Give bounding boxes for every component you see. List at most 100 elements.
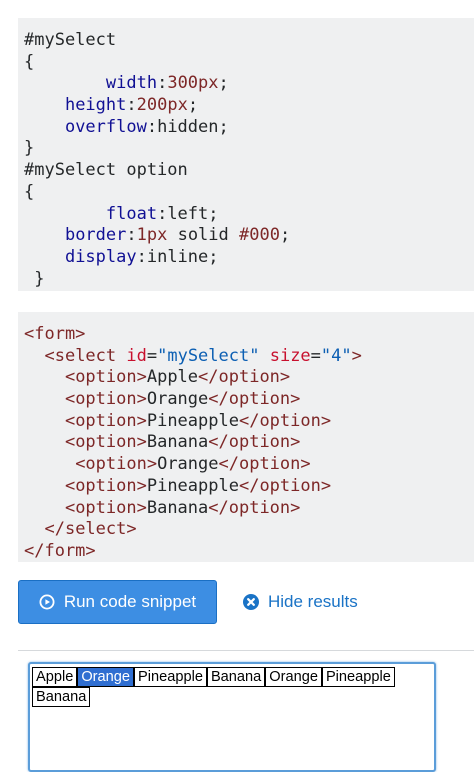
code-token: }	[24, 268, 45, 289]
code-token: }	[24, 138, 35, 159]
code-line: display:inline;	[24, 247, 474, 269]
hide-results-link[interactable]: Hide results	[243, 592, 358, 612]
code-token: >	[351, 345, 362, 366]
code-token: Banana	[146, 432, 209, 453]
select-option[interactable]: Pineapple	[134, 667, 207, 687]
code-line: overflow:hidden;	[24, 117, 474, 139]
code-token: :left;	[157, 203, 219, 224]
code-token: "mySelect"	[157, 345, 260, 366]
code-token: float	[105, 203, 158, 224]
code-token: <option>	[64, 497, 147, 518]
code-token: :	[126, 225, 137, 246]
code-token: ;	[218, 73, 229, 94]
code-line: <option>Banana</option>	[24, 498, 474, 520]
code-token: ;	[279, 225, 291, 246]
code-token: <option>	[64, 389, 147, 410]
code-line: #mySelect	[24, 30, 474, 52]
close-circle-icon	[243, 594, 259, 610]
code-token: </option>	[208, 432, 301, 453]
code-token: {	[24, 51, 35, 72]
code-token: </option>	[238, 410, 332, 431]
code-token: <option>	[64, 475, 147, 496]
code-line: </select>	[24, 519, 474, 541]
select-option[interactable]: Orange	[77, 667, 135, 687]
code-token: display	[64, 246, 137, 267]
html-code-block: <form> <select id="mySelect" size="4"> <…	[18, 312, 474, 562]
code-token: "4"	[320, 345, 352, 366]
code-token: height	[64, 95, 127, 116]
code-token: #mySelect	[24, 30, 117, 50]
code-line: <option>Orange</option>	[24, 389, 474, 411]
code-token: <select	[44, 345, 127, 366]
code-line: </form>	[24, 541, 474, 562]
code-line: <option>Orange</option>	[24, 454, 474, 476]
code-line: <option>Banana</option>	[24, 432, 474, 454]
code-token: </option>	[208, 497, 301, 518]
results-divider	[18, 650, 474, 651]
code-token: {	[24, 181, 35, 202]
code-token: 200px	[136, 95, 188, 116]
code-token: =	[310, 345, 321, 366]
run-code-snippet-button[interactable]: Run code snippet	[18, 580, 217, 624]
code-token: <form>	[24, 324, 86, 344]
code-token: Orange	[157, 454, 219, 475]
code-line: <form>	[24, 324, 474, 346]
code-line: height:200px;	[24, 95, 474, 117]
code-line: <option>Apple</option>	[24, 367, 474, 389]
code-token: <option>	[75, 454, 158, 475]
code-token: border	[64, 225, 127, 246]
code-line: {	[24, 182, 474, 204]
hide-results-label: Hide results	[268, 592, 358, 611]
code-token: overflow	[64, 116, 147, 137]
code-token: :	[126, 95, 137, 116]
code-token: Apple	[146, 367, 199, 388]
select-option[interactable]: Orange	[265, 667, 322, 687]
code-token: solid	[167, 225, 239, 246]
code-line: float:left;	[24, 204, 474, 226]
play-circle-icon	[39, 594, 55, 610]
code-token: width	[105, 73, 158, 94]
code-line: {	[24, 52, 474, 74]
code-line: }	[24, 269, 474, 291]
code-token: 1px	[136, 225, 168, 246]
code-token: :hidden;	[146, 116, 229, 137]
code-line: width:300px;	[24, 73, 474, 95]
snippet-result-frame: Apple Orange Pineapple Banana Orange Pineappl…	[18, 652, 474, 772]
select-option[interactable]: Banana	[32, 687, 91, 707]
code-token: <option>	[64, 432, 147, 453]
code-token: </option>	[218, 454, 311, 475]
code-line: <select id="mySelect" size="4">	[24, 346, 474, 368]
run-code-snippet-label: Run code snippet	[63, 592, 197, 611]
code-token: Banana	[146, 497, 209, 518]
select-option[interactable]: Banana	[206, 667, 266, 687]
code-token: </option>	[198, 367, 291, 388]
code-token: </option>	[208, 389, 301, 410]
code-token: #000	[239, 225, 280, 246]
code-token: 300px	[167, 73, 219, 94]
select-option[interactable]: Pineapple	[321, 667, 395, 687]
code-token: <option>	[64, 410, 147, 431]
code-token: =	[146, 345, 158, 366]
select-option[interactable]: Apple	[32, 667, 78, 687]
my-select-listbox[interactable]: Apple Orange Pineapple Banana Orange Pineappl…	[28, 662, 436, 772]
code-line: }	[24, 138, 474, 160]
code-token: </option>	[238, 475, 332, 496]
code-token: Orange	[146, 389, 209, 410]
code-line: <option>Pineapple</option>	[24, 476, 474, 498]
css-code-block: #mySelect{ width:300px; height:200px; ov…	[18, 18, 474, 291]
code-token: :inline;	[136, 246, 219, 267]
code-token: <option>	[64, 367, 147, 388]
